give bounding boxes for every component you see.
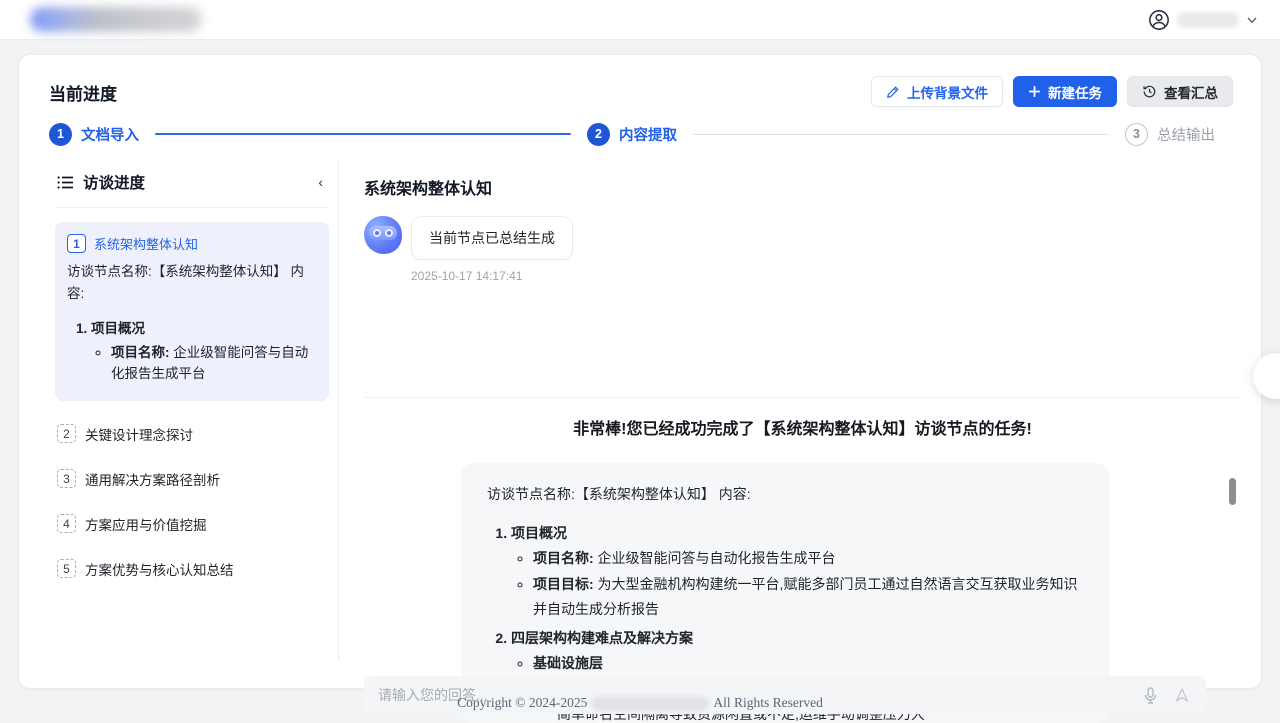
node-1-badge: 1	[67, 234, 86, 253]
summary-sec1-p2-label: 项目目标:	[533, 576, 594, 592]
sidebar-title: 访谈进度	[83, 171, 305, 193]
step-3-summary-output[interactable]: 3 总结输出	[1125, 123, 1215, 146]
node-1-li1-sub-label: 项目名称:	[111, 345, 170, 360]
assistant-message: 当前节点已总结生成	[364, 216, 1241, 260]
sidebar-node-1-active[interactable]: 1 系统架构整体认知 访谈节点名称:【系统架构整体认知】 内容: 项目概况 项目…	[55, 222, 329, 401]
upload-background-file-button[interactable]: 上传背景文件	[871, 76, 1003, 107]
step-2-number: 2	[587, 123, 610, 146]
summary-sec1-p1-text: 企业级智能问答与自动化报告生成平台	[594, 550, 836, 566]
node-2-badge: 2	[57, 424, 76, 443]
user-name	[1177, 12, 1239, 28]
node-3-label: 通用解决方案路径剖析	[85, 469, 220, 489]
new-task-button[interactable]: 新建任务	[1013, 76, 1117, 107]
summary-sec1-p1-label: 项目名称:	[533, 550, 594, 566]
scrollbar-thumb[interactable]	[1229, 478, 1236, 505]
copyright-company-blurred	[591, 696, 709, 711]
header-actions: 上传背景文件 新建任务 查看汇总	[871, 76, 1233, 107]
node-1-intro: 访谈节点名称:【系统架构整体认知】 内容:	[67, 261, 317, 304]
copyright-footer: Copyright © 2024-2025 All Rights Reserved	[0, 695, 1280, 711]
node-2-label: 关键设计理念探讨	[85, 424, 193, 444]
sidebar-node-2[interactable]: 2 关键设计理念探讨	[55, 422, 329, 446]
copyright-suffix: All Rights Reserved	[713, 695, 823, 710]
top-navigation-bar	[0, 0, 1280, 40]
sidebar-header: 访谈进度 ‹	[55, 159, 329, 208]
copyright-prefix: Copyright © 2024-2025	[457, 695, 587, 710]
view-summary-button[interactable]: 查看汇总	[1127, 76, 1233, 107]
summary-sec1-title: 项目概况	[511, 525, 567, 541]
message-timestamp: 2025-10-17 14:17:41	[411, 269, 1241, 283]
progress-steps: 1 文档导入 2 内容提取 3 总结输出	[49, 121, 1215, 147]
summary-intro: 访谈节点名称:【系统架构整体认知】 内容:	[487, 482, 1083, 507]
node-1-title: 系统架构整体认知	[94, 234, 198, 253]
step-1-number: 1	[49, 123, 72, 146]
sidebar-node-4[interactable]: 4 方案应用与价值挖掘	[55, 512, 329, 536]
step-1-document-import[interactable]: 1 文档导入	[49, 123, 139, 146]
user-avatar-icon	[1148, 9, 1170, 31]
summary-sec1-p2-text: 为大型金融机构构建统一平台,赋能多部门员工通过自然语言交互获取业务知识并自动生成…	[533, 576, 1077, 617]
app-logo	[30, 7, 202, 32]
step-connector-pending	[693, 134, 1109, 135]
upload-background-file-label: 上传背景文件	[907, 82, 988, 102]
step-3-number: 3	[1125, 123, 1148, 146]
node-4-badge: 4	[57, 514, 76, 533]
user-menu[interactable]	[1148, 9, 1258, 31]
sidebar-node-3[interactable]: 3 通用解决方案路径剖析	[55, 467, 329, 491]
robot-avatar-icon	[364, 216, 402, 254]
summary-sec2-s1-title: 基础设施层	[533, 655, 603, 671]
congratulations-heading: 非常棒!您已经成功完成了【系统架构整体认知】访谈节点的任务!	[364, 415, 1241, 439]
node-5-badge: 5	[57, 559, 76, 578]
step-connector-done	[155, 133, 571, 135]
node-1-summary: 访谈节点名称:【系统架构整体认知】 内容: 项目概况 项目名称: 企业级智能问答…	[67, 261, 317, 385]
interview-progress-sidebar: 访谈进度 ‹ 1 系统架构整体认知 访谈节点名称:【系统架构整体认知】 内容: …	[41, 159, 339, 659]
node-1-li1-title: 项目概况	[91, 321, 145, 336]
chat-content-area: 系统架构整体认知 当前节点已总结生成 2025-10-17 14:17:41 非…	[364, 159, 1241, 679]
history-icon	[1142, 84, 1157, 99]
content-divider	[364, 397, 1241, 398]
node-5-label: 方案优势与核心认知总结	[85, 559, 234, 579]
new-task-label: 新建任务	[1048, 82, 1102, 102]
pencil-icon	[886, 85, 900, 99]
view-summary-label: 查看汇总	[1164, 82, 1218, 102]
page-title: 当前进度	[49, 80, 117, 105]
summary-section-1: 项目概况 项目名称: 企业级智能问答与自动化报告生成平台 项目目标: 为大型金融…	[511, 521, 1083, 622]
node-4-label: 方案应用与价值挖掘	[85, 514, 207, 534]
list-icon	[57, 175, 74, 190]
step-3-label: 总结输出	[1157, 124, 1215, 145]
node-3-badge: 3	[57, 469, 76, 488]
step-2-content-extraction[interactable]: 2 内容提取	[587, 123, 677, 146]
sidebar-node-5[interactable]: 5 方案优势与核心认知总结	[55, 557, 329, 581]
step-1-label: 文档导入	[81, 124, 139, 145]
summary-sec2-title: 四层架构构建难点及解决方案	[511, 630, 693, 646]
sidebar-collapse-button[interactable]: ‹	[314, 174, 327, 190]
sidebar-divider	[338, 161, 339, 661]
step-2-label: 内容提取	[619, 124, 677, 145]
current-node-title: 系统架构整体认知	[364, 175, 1241, 199]
plus-icon	[1028, 85, 1041, 98]
chevron-down-icon	[1246, 14, 1258, 26]
main-panel: 当前进度 上传背景文件 新建任务 查看汇总 1 文	[18, 54, 1262, 689]
assistant-bubble: 当前节点已总结生成	[411, 216, 573, 260]
